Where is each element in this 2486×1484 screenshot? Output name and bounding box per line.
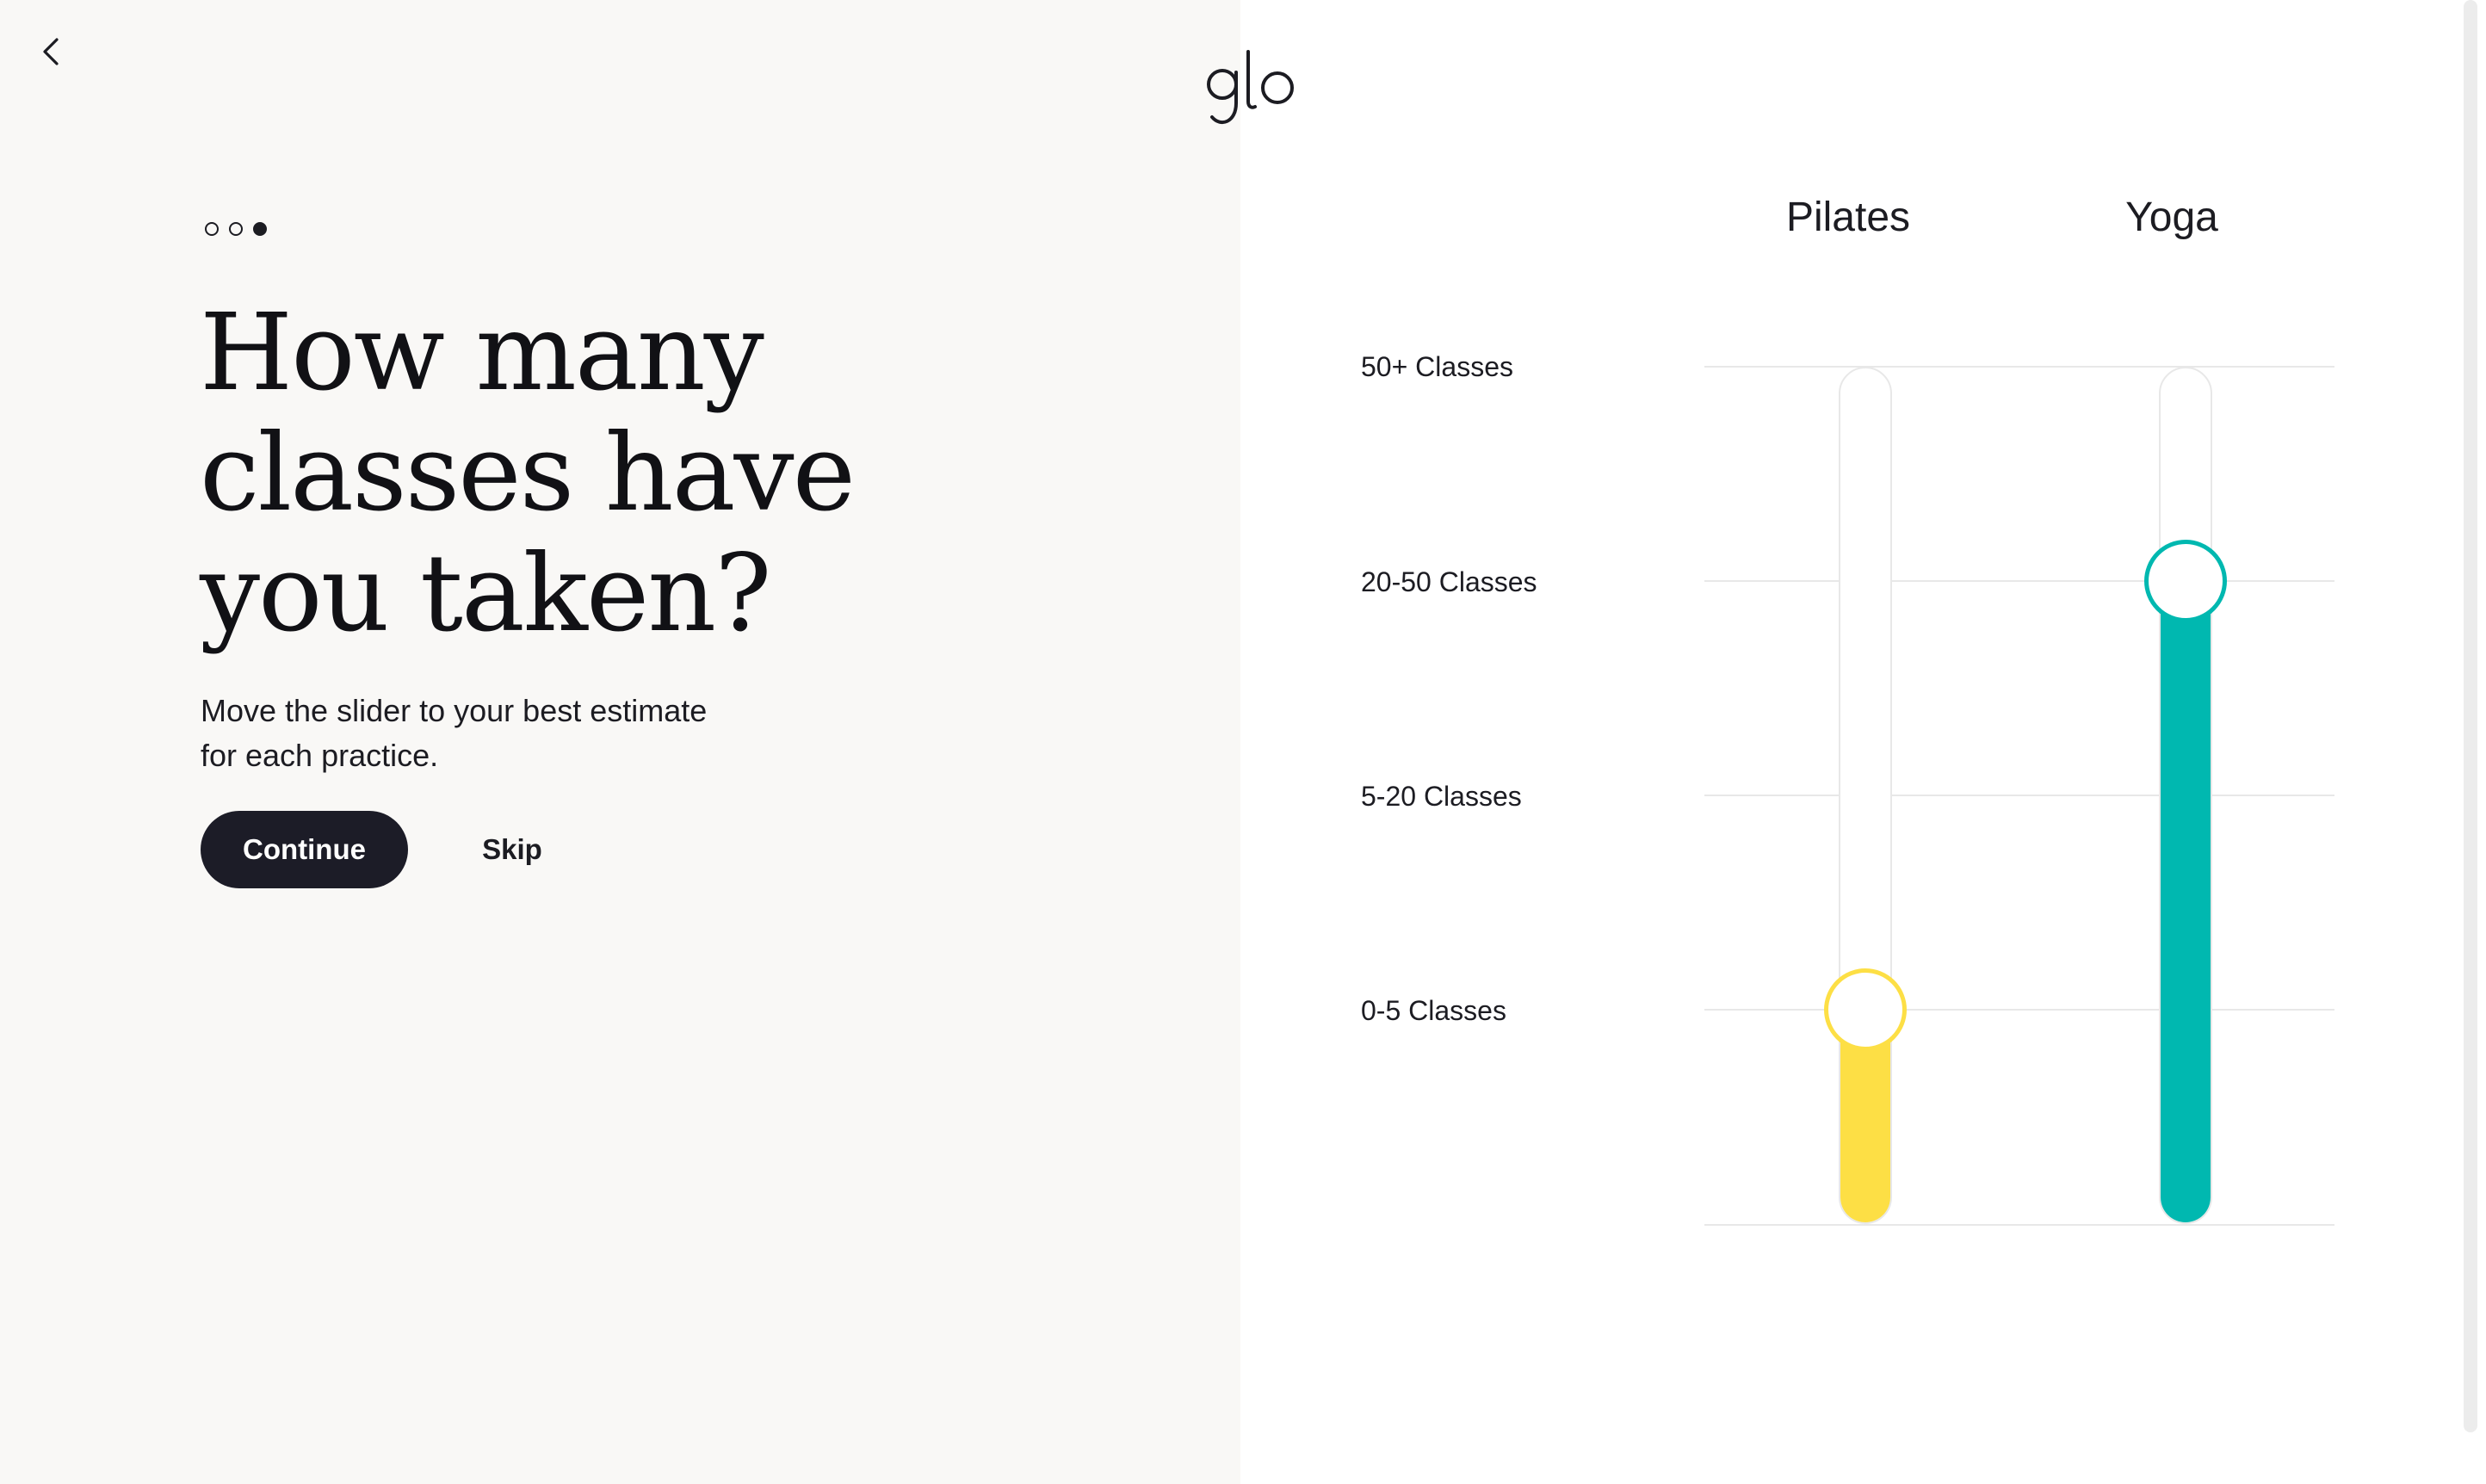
question-subtitle-line: Move the slider to your best estimate (201, 693, 708, 728)
scale-label-0-5: 0-5 Classes (1361, 995, 1506, 1026)
question-title-line: How many (200, 291, 764, 415)
scale-label-5-20: 5-20 Classes (1361, 781, 1522, 812)
gridline (1704, 795, 2334, 796)
back-button[interactable] (34, 34, 69, 69)
vertical-scrollbar[interactable] (2464, 0, 2477, 1432)
chevron-left-icon (43, 38, 59, 65)
gridline (1704, 580, 2334, 582)
question-title-line: you taken? (200, 532, 772, 656)
column-heading-yoga: Yoga (2125, 195, 2218, 240)
question-title: How many classes have you taken? (200, 293, 888, 654)
progress-dot-3-active (253, 222, 267, 236)
glo-logo: glo (1207, 50, 1294, 125)
pilates-slider-track[interactable] (1839, 367, 1892, 1224)
gridline (1704, 1009, 2334, 1011)
yoga-slider-fill (2161, 579, 2211, 1222)
question-title-line: classes have (200, 411, 856, 535)
left-panel: How many classes have you taken? Move th… (0, 0, 1240, 1484)
continue-button[interactable]: Continue (201, 811, 408, 888)
yoga-slider-thumb[interactable] (2144, 540, 2227, 622)
progress-dot-1 (205, 222, 219, 236)
column-heading-pilates: Pilates (1785, 195, 1911, 240)
scale-label-50-plus: 50+ Classes (1361, 351, 1513, 382)
pilates-slider-thumb[interactable] (1824, 968, 1907, 1051)
progress-dot-2 (229, 222, 243, 236)
scale-label-20-50: 20-50 Classes (1361, 566, 1537, 597)
question-subtitle: Move the slider to your best estimate fo… (201, 689, 803, 778)
gridline (1704, 366, 2334, 368)
yoga-slider-track[interactable] (2159, 367, 2212, 1224)
skip-button[interactable]: Skip (465, 819, 560, 880)
gridline (1704, 1224, 2334, 1226)
progress-dots (205, 222, 267, 236)
question-subtitle-line: for each practice. (201, 738, 439, 773)
